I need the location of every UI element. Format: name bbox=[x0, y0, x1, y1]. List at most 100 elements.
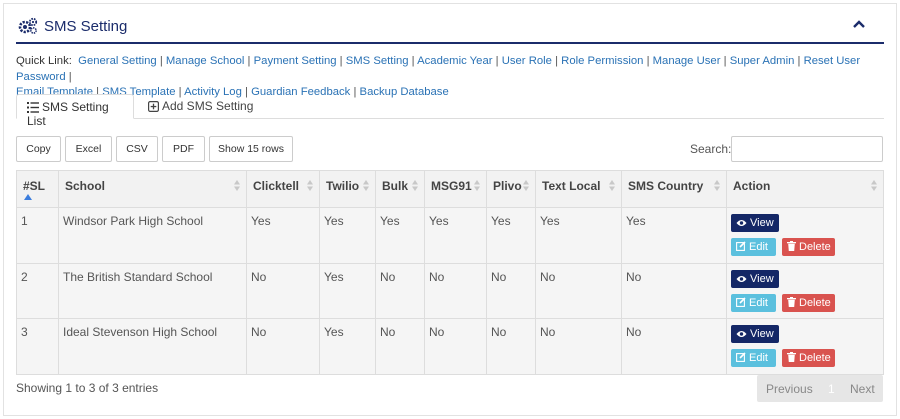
delete-button[interactable]: Delete bbox=[782, 349, 835, 367]
table-cell: Yes bbox=[319, 207, 376, 264]
column-header-sl[interactable]: #SL bbox=[16, 170, 59, 208]
next-button[interactable]: Next bbox=[850, 382, 875, 396]
edit-button[interactable]: Edit bbox=[731, 294, 776, 312]
column-header-sms-country[interactable]: SMS Country bbox=[621, 170, 727, 208]
quick-link-label: Quick Link: bbox=[16, 55, 72, 67]
action-cell: View Edit Delete bbox=[726, 207, 884, 264]
column-header-school[interactable]: School bbox=[58, 170, 247, 208]
search-label: Search: bbox=[690, 142, 732, 156]
quick-link-manage-user[interactable]: Manage User bbox=[653, 55, 721, 67]
sort-icon bbox=[363, 180, 369, 191]
view-button[interactable]: View bbox=[731, 270, 779, 288]
tab-sms-setting-list[interactable]: SMS Setting List bbox=[16, 94, 134, 128]
trash-icon bbox=[787, 297, 796, 307]
table-cell: No bbox=[486, 318, 536, 375]
sort-icon bbox=[714, 180, 720, 191]
column-header-bulk[interactable]: Bulk bbox=[375, 170, 425, 208]
action-cell: View Edit Delete bbox=[726, 318, 884, 375]
table-cell: No bbox=[375, 263, 425, 319]
quick-link-payment-setting[interactable]: Payment Setting bbox=[254, 55, 337, 67]
table-cell: 2 bbox=[16, 263, 59, 319]
search-input[interactable] bbox=[731, 136, 883, 162]
pagination: Previous 1 Next bbox=[757, 375, 883, 402]
previous-button[interactable]: Previous bbox=[766, 382, 813, 396]
table-cell: No bbox=[375, 318, 425, 375]
table-cell: Yes bbox=[375, 207, 425, 264]
column-header-clicktell[interactable]: Clicktell bbox=[246, 170, 320, 208]
edit-icon bbox=[736, 352, 746, 362]
tab-add-sms-setting[interactable]: Add SMS Setting bbox=[138, 94, 263, 119]
table-cell: Yes bbox=[486, 207, 536, 264]
column-header-plivo[interactable]: Plivo bbox=[486, 170, 536, 208]
gears-icon bbox=[18, 17, 38, 34]
edit-button[interactable]: Edit bbox=[731, 349, 776, 367]
eye-icon bbox=[736, 220, 747, 226]
table-cell: No bbox=[621, 318, 727, 375]
chevron-up-icon[interactable] bbox=[852, 18, 866, 30]
copy-button[interactable]: Copy bbox=[16, 136, 61, 162]
sort-icon bbox=[307, 180, 313, 191]
table-cell: No bbox=[535, 318, 622, 375]
delete-button[interactable]: Delete bbox=[782, 238, 835, 256]
column-header-msg91[interactable]: MSG91 bbox=[424, 170, 487, 208]
table-cell: Yes bbox=[246, 207, 320, 264]
tab-label: Add SMS Setting bbox=[162, 99, 254, 113]
edit-button[interactable]: Edit bbox=[731, 238, 776, 256]
table-cell: Yes bbox=[535, 207, 622, 264]
sort-icon bbox=[234, 180, 240, 191]
trash-icon bbox=[787, 241, 796, 251]
table-cell: 1 bbox=[16, 207, 59, 264]
table-cell: No bbox=[621, 263, 727, 319]
table-cell: Windsor Park High School bbox=[58, 207, 247, 264]
excel-button[interactable]: Excel bbox=[65, 136, 112, 162]
quick-link-super-admin[interactable]: Super Admin bbox=[730, 55, 795, 67]
sort-icon bbox=[523, 180, 529, 191]
column-header-twilio[interactable]: Twilio bbox=[319, 170, 376, 208]
view-button[interactable]: View bbox=[731, 214, 779, 232]
delete-button[interactable]: Delete bbox=[782, 294, 835, 312]
table-cell: No bbox=[486, 263, 536, 319]
quick-link-general-setting[interactable]: General Setting bbox=[78, 55, 157, 67]
edit-icon bbox=[736, 241, 746, 251]
plus-square-icon bbox=[148, 101, 160, 113]
table-cell: Yes bbox=[424, 207, 487, 264]
view-button[interactable]: View bbox=[731, 325, 779, 343]
table-cell: No bbox=[246, 263, 320, 319]
table-cell: 3 bbox=[16, 318, 59, 375]
table-cell: Yes bbox=[319, 318, 376, 375]
eye-icon bbox=[736, 276, 747, 282]
quick-link-academic-year[interactable]: Academic Year bbox=[417, 55, 492, 67]
sms-setting-table: #SL School Clicktell Twilio Bulk MSG91 P… bbox=[16, 170, 884, 375]
sort-icon bbox=[609, 180, 615, 191]
column-header-action[interactable]: Action bbox=[726, 170, 884, 208]
column-header-text-local[interactable]: Text Local bbox=[535, 170, 622, 208]
edit-icon bbox=[736, 297, 746, 307]
trash-icon bbox=[787, 352, 796, 362]
table-cell: Yes bbox=[319, 263, 376, 319]
list-icon bbox=[27, 102, 39, 113]
table-cell: Yes bbox=[621, 207, 727, 264]
quick-link-user-role[interactable]: User Role bbox=[502, 55, 552, 67]
panel-header: SMS Setting bbox=[16, 14, 884, 44]
tab-bar: SMS Setting List Add SMS Setting bbox=[16, 94, 884, 128]
sort-icon bbox=[412, 180, 418, 191]
table-cell: No bbox=[246, 318, 320, 375]
sort-icon bbox=[871, 180, 877, 191]
csv-button[interactable]: CSV bbox=[116, 136, 158, 162]
quick-link-sms-setting[interactable]: SMS Setting bbox=[346, 55, 409, 67]
table-header-row: #SL School Clicktell Twilio Bulk MSG91 P… bbox=[16, 170, 884, 208]
eye-icon bbox=[736, 331, 747, 337]
quick-link-manage-school[interactable]: Manage School bbox=[166, 55, 245, 67]
table-row: 2 The British Standard School No Yes No … bbox=[16, 263, 884, 319]
show-rows-button[interactable]: Show 15 rows bbox=[209, 136, 293, 162]
action-cell: View Edit Delete bbox=[726, 263, 884, 319]
table-info: Showing 1 to 3 of 3 entries bbox=[16, 381, 159, 395]
table-cell: No bbox=[424, 318, 487, 375]
page-number-button[interactable]: 1 bbox=[828, 382, 835, 396]
sort-icon bbox=[474, 180, 480, 191]
pdf-button[interactable]: PDF bbox=[162, 136, 205, 162]
table-row: 3 Ideal Stevenson High School No Yes No … bbox=[16, 318, 884, 375]
table-cell: No bbox=[424, 263, 487, 319]
quick-link-role-permission[interactable]: Role Permission bbox=[561, 55, 643, 67]
table-cell: Ideal Stevenson High School bbox=[58, 318, 247, 375]
